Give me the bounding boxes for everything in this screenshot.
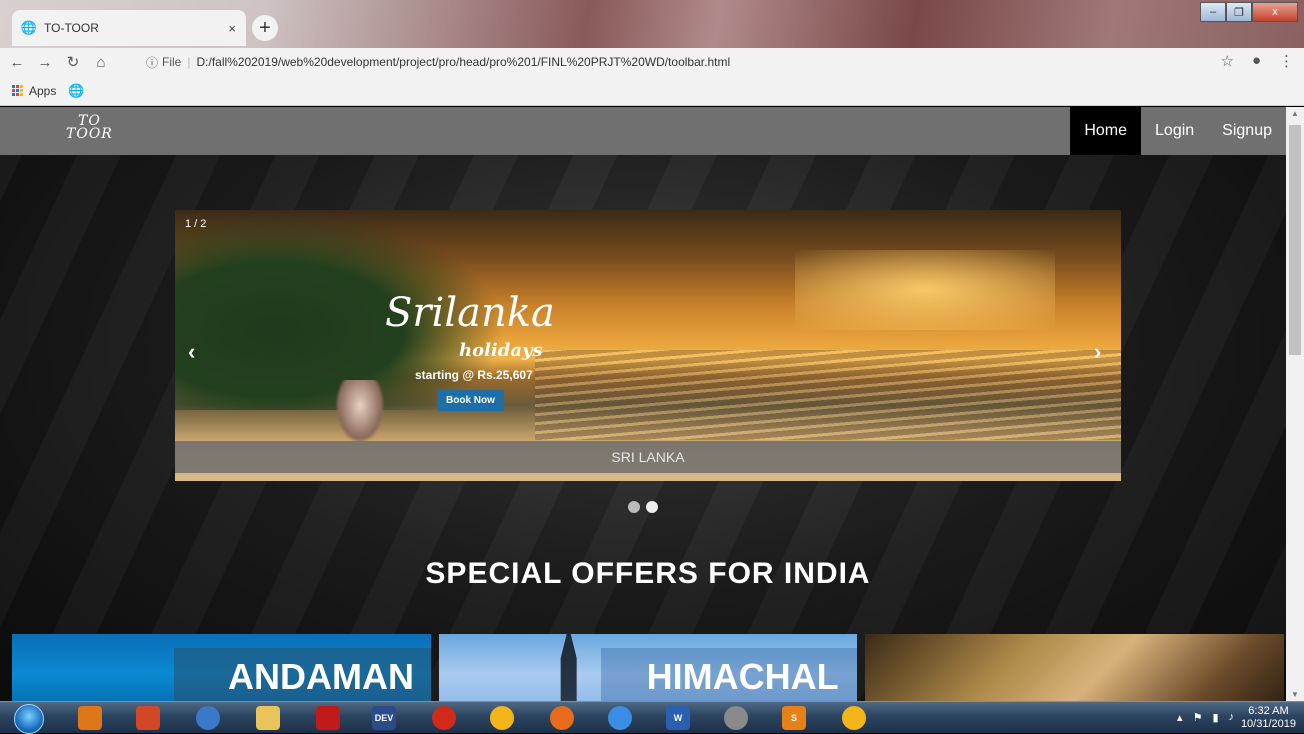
internet-explorer-icon[interactable] bbox=[608, 706, 632, 730]
slide-dots bbox=[628, 501, 658, 513]
book-now-button[interactable]: Book Now bbox=[437, 390, 504, 411]
tray-expand-icon[interactable]: ▴ bbox=[1177, 711, 1183, 724]
apps-bookmark[interactable]: Apps bbox=[29, 84, 56, 98]
slide-price: starting @ Rs.25,607 bbox=[415, 368, 533, 382]
url-text[interactable]: D:/fall%202019/web%20development/project… bbox=[196, 55, 730, 69]
toolbar-right: ☆ ● ⋮ bbox=[1220, 52, 1294, 70]
firefox-icon[interactable] bbox=[550, 706, 574, 730]
window-maximize-button[interactable]: ❐ bbox=[1226, 2, 1252, 22]
os-taskbar: DEV W S ▴ ⚑ ▮ ♪ 6:32 AM 10/31/2019 bbox=[0, 701, 1304, 734]
chrome-active-icon[interactable] bbox=[842, 706, 866, 730]
profile-icon[interactable]: ● bbox=[1252, 52, 1261, 70]
browser-toolbar: ← → ↻ ⌂ ⓘ File | D:/fall%202019/web%20de… bbox=[0, 48, 1304, 76]
offer-card-title: ANDAMAN bbox=[228, 656, 414, 697]
bookmark-star-icon[interactable]: ☆ bbox=[1220, 52, 1233, 70]
word-icon[interactable]: W bbox=[666, 706, 690, 730]
clock-time: 6:32 AM bbox=[1248, 705, 1289, 717]
home-icon[interactable]: ⌂ bbox=[90, 54, 112, 71]
app-icon[interactable] bbox=[724, 706, 748, 730]
tab-close-icon[interactable]: × bbox=[228, 21, 236, 36]
powerpoint-icon[interactable] bbox=[136, 706, 160, 730]
globe-icon[interactable]: 🌐 bbox=[68, 83, 84, 99]
slide-subtitle: holidays bbox=[459, 340, 543, 361]
tab-title: TO-TOOR bbox=[44, 21, 99, 35]
sea-waves-decor bbox=[535, 350, 1121, 440]
slide-dot-1[interactable] bbox=[628, 501, 640, 513]
scroll-down-icon[interactable]: ▼ bbox=[1291, 690, 1299, 699]
new-tab-button[interactable]: + bbox=[252, 15, 278, 41]
offer-cards: ANDAMAN HIMACHAL bbox=[12, 634, 1285, 701]
dev-cpp-icon[interactable]: DEV bbox=[372, 706, 396, 730]
volume-icon[interactable]: ♪ bbox=[1229, 711, 1235, 724]
offer-card-title: HIMACHAL bbox=[646, 656, 839, 697]
page-scrollbar[interactable]: ▲ ▼ bbox=[1286, 107, 1304, 701]
bookmarks-bar: Apps 🌐 bbox=[0, 76, 1304, 106]
reload-icon[interactable]: ↻ bbox=[62, 53, 84, 71]
scroll-up-icon[interactable]: ▲ bbox=[1291, 109, 1299, 118]
opera-icon[interactable] bbox=[432, 706, 456, 730]
menu-kebab-icon[interactable]: ⋮ bbox=[1279, 52, 1294, 70]
slide-prev-icon[interactable]: ‹ bbox=[188, 339, 195, 365]
forward-arrow-icon[interactable]: → bbox=[34, 54, 56, 71]
slide-dot-2[interactable] bbox=[646, 501, 658, 513]
nav-signup-link[interactable]: Signup bbox=[1208, 107, 1286, 155]
offer-card-himachal[interactable]: HIMACHAL bbox=[438, 634, 858, 701]
back-arrow-icon[interactable]: ← bbox=[6, 54, 28, 71]
vlc-icon[interactable] bbox=[78, 706, 102, 730]
offer-card-tiger[interactable] bbox=[865, 634, 1285, 701]
math-app-icon[interactable] bbox=[196, 706, 220, 730]
taskbar-clock[interactable]: 6:32 AM 10/31/2019 bbox=[1241, 705, 1296, 731]
info-icon[interactable]: ⓘ bbox=[146, 54, 158, 71]
globe-icon: 🌐 bbox=[20, 20, 38, 35]
slide-next-icon[interactable]: › bbox=[1094, 339, 1101, 365]
special-offers-heading: SPECIAL OFFERS FOR INDIA bbox=[425, 557, 871, 590]
window-close-button[interactable]: x bbox=[1252, 2, 1298, 22]
offer-card-andaman[interactable]: ANDAMAN bbox=[12, 634, 431, 701]
browser-titlebar: 🌐 TO-TOOR × + – ❐ x bbox=[0, 0, 1304, 48]
site-navbar: TO TOOR Home Login Signup bbox=[0, 107, 1286, 155]
slide-counter: 1 / 2 bbox=[185, 218, 207, 230]
scrollbar-thumb[interactable] bbox=[1289, 125, 1301, 355]
chrome-icon[interactable] bbox=[490, 706, 514, 730]
system-tray: ▴ ⚑ ▮ ♪ bbox=[1177, 711, 1234, 724]
girl-figure-decor bbox=[335, 380, 385, 444]
url-scheme-label: File bbox=[162, 55, 182, 69]
page-viewport: TO TOOR Home Login Signup 1 / 2 Srilanka… bbox=[0, 107, 1286, 701]
slide-title: Srilanka bbox=[385, 290, 555, 336]
folder-icon[interactable] bbox=[256, 706, 280, 730]
acrobat-icon[interactable] bbox=[316, 706, 340, 730]
window-minimize-button[interactable]: – bbox=[1200, 2, 1226, 22]
address-bar[interactable]: ⓘ File | D:/fall%202019/web%20developmen… bbox=[146, 50, 1196, 74]
site-logo[interactable]: TO TOOR bbox=[66, 114, 113, 142]
start-button[interactable] bbox=[14, 704, 44, 734]
nav-home-link[interactable]: Home bbox=[1070, 107, 1142, 155]
apps-grid-icon[interactable] bbox=[12, 85, 23, 96]
network-icon[interactable]: ▮ bbox=[1212, 711, 1218, 724]
slideshow-slide: 1 / 2 Srilanka holidays starting @ Rs.25… bbox=[175, 210, 1121, 481]
sublime-icon[interactable]: S bbox=[782, 706, 806, 730]
flag-icon[interactable]: ⚑ bbox=[1193, 711, 1203, 724]
slide-caption: SRI LANKA bbox=[175, 441, 1121, 473]
browser-tab[interactable]: 🌐 TO-TOOR × bbox=[12, 10, 246, 46]
church-tower-decor bbox=[560, 634, 577, 701]
sunset-glow-decor bbox=[795, 250, 1055, 330]
url-separator: | bbox=[187, 55, 191, 69]
logo-line-2: TOOR bbox=[66, 126, 113, 142]
nav-links: Home Login Signup bbox=[1070, 107, 1286, 155]
clock-date: 10/31/2019 bbox=[1240, 718, 1296, 730]
nav-login-link[interactable]: Login bbox=[1141, 107, 1208, 155]
